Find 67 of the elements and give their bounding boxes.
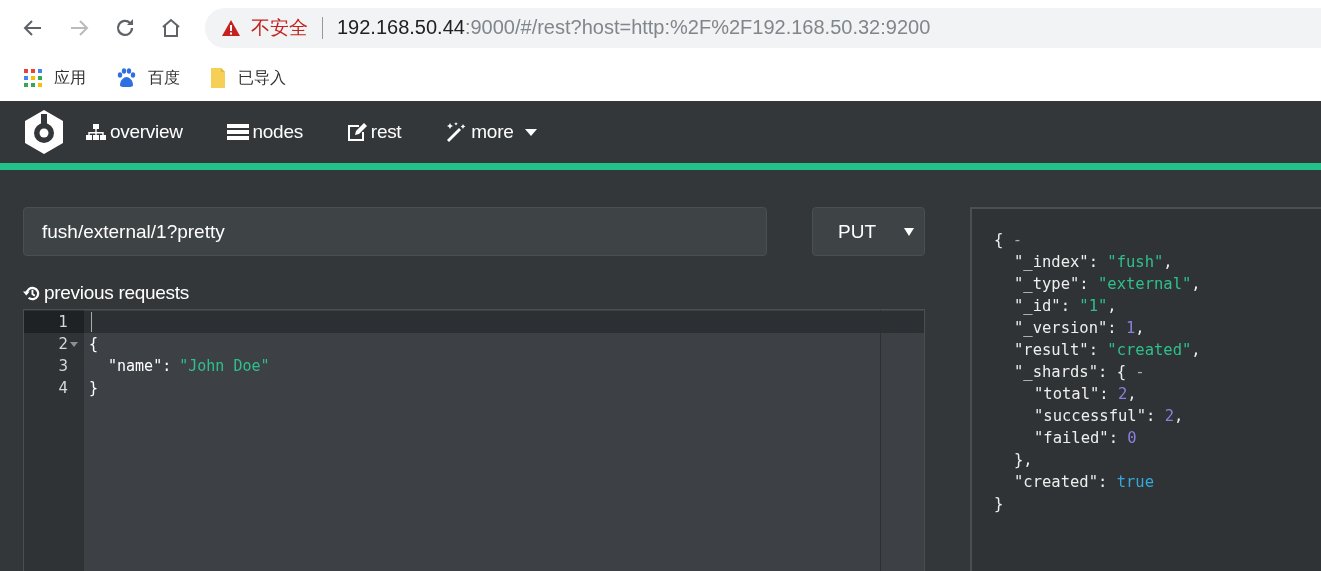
edit-icon [346,123,367,141]
fold-arrow-icon[interactable] [70,342,78,347]
json-value: "created" [1107,341,1192,359]
warning-icon [221,18,241,37]
json-comma: , [1127,385,1137,403]
code-editor[interactable]: 1 2 3 4 { "name": "John Doe" } [23,309,925,571]
collapse-toggle[interactable]: - [1012,231,1023,249]
line-number: 3 [57,356,68,377]
method-select[interactable]: PUT [812,207,925,256]
json-comma: , [1135,319,1145,337]
apps-grid-icon [24,69,42,87]
json-value: 1 [1126,319,1136,337]
bookmark[interactable]: 应用 [24,67,86,89]
history-icon [23,284,40,302]
json-key: "_shards": [1014,363,1108,381]
json-comma: , [1191,341,1201,359]
json-value: 0 [1127,429,1137,447]
json-key: "_version": [1014,319,1117,337]
sitemap-icon [86,124,106,140]
bookmark[interactable]: 百度 [116,67,180,89]
nav-link[interactable]: overview [86,121,183,143]
code-token: "name": [108,357,172,375]
code-token: "John Doe" [179,357,270,375]
text-cursor [91,312,92,332]
json-key: "total": [1034,385,1109,403]
json-key: "_index": [1014,253,1098,271]
json-value: "1" [1079,297,1108,315]
json-value: 2 [1118,385,1128,403]
code-token: } [89,379,99,397]
json-brace: { [994,231,1004,249]
line-number: 4 [57,378,68,399]
json-value: true [1116,473,1154,491]
json-value: "fush" [1107,253,1164,271]
json-comma: , [1107,297,1117,315]
nav-link[interactable]: nodes [226,121,303,143]
dropdown-arrow-icon [904,227,914,236]
logo-icon[interactable] [22,108,66,156]
url-text: 192.168.50.44:9000/#/rest?host=http:%2F%2F192.168.50.32:9200 [337,16,931,39]
json-comma: , [1174,407,1184,425]
bookmark[interactable]: 已导入 [210,67,286,89]
folder-icon [210,67,226,89]
server-icon [226,124,249,140]
json-key: "result": [1014,341,1098,359]
json-value: 2 [1164,407,1174,425]
collapse-toggle[interactable]: - [1135,363,1145,381]
line-number: 2 [57,334,68,355]
code-token: { [89,335,99,353]
nav-link[interactable]: rest [346,121,402,143]
nav-link[interactable]: more [445,121,538,143]
json-value: "external" [1098,275,1192,293]
json-key: "successful": [1034,407,1156,425]
json-brace: { [1116,363,1126,381]
paw-icon [116,68,136,88]
json-key: "_id": [1014,297,1070,315]
json-key: "failed": [1034,429,1118,447]
json-key: "created": [1014,473,1108,491]
security-label: 不安全 [251,14,308,40]
path-input[interactable]: fush/external/1?pretty [23,207,767,256]
json-key: "_type": [1014,275,1089,293]
json-brace: } [994,495,1004,513]
json-comma: , [1191,275,1201,293]
caret-icon [525,128,538,136]
json-comma: , [1163,253,1173,271]
history-link[interactable]: previous requests [23,281,925,305]
address-bar[interactable]: 不安全 192.168.50.44:9000/#/rest?host=http:%2F%2F192.168.50.32:9200 [205,7,1321,48]
json-brace: }, [1014,451,1033,469]
magic-wand-icon [445,122,468,142]
